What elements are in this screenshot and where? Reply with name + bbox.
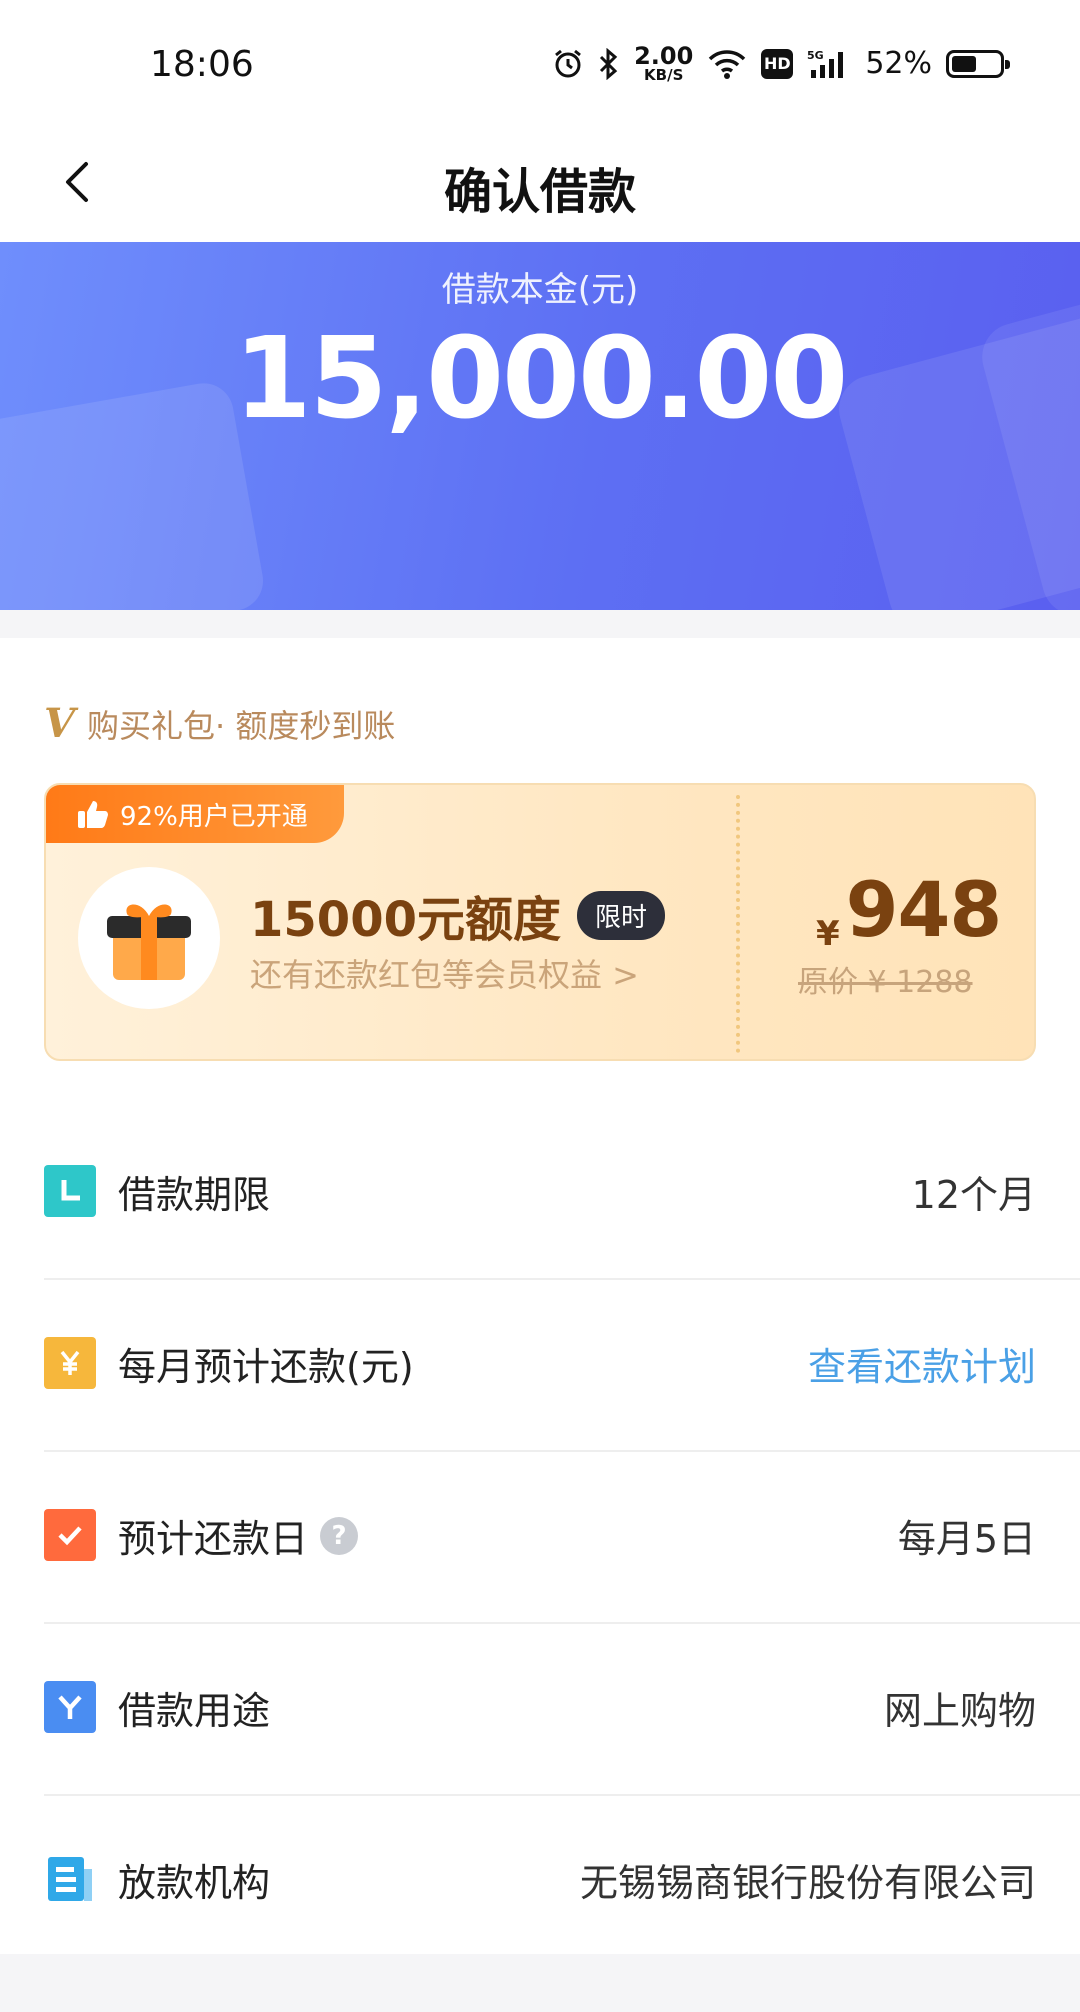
detail-label: 借款用途: [118, 1680, 270, 1735]
purpose-icon: [44, 1681, 96, 1733]
battery-percent: 52%: [865, 46, 932, 81]
promo-title: 15000元额度: [250, 892, 561, 948]
wifi-icon: [707, 48, 747, 80]
promo-header: V 购买礼包· 额度秒到账: [44, 700, 395, 747]
currency-symbol: ¥: [816, 914, 840, 954]
detail-label: 预计还款日 ?: [118, 1508, 359, 1563]
loan-detail-card: V 购买礼包· 额度秒到账 92%用户已开通 15000元额度 限时 还有还款红…: [0, 638, 1080, 1954]
status-icons: 2.00 KB/S HD 5G 52%: [552, 44, 1010, 83]
loan-term-value: 12个月: [911, 1173, 1036, 1217]
status-bar: 18:06 2.00 KB/S HD 5G 52%: [0, 0, 1080, 130]
repayment-day-value: 每月5日: [897, 1517, 1036, 1561]
battery-icon: [946, 49, 1010, 78]
gift-package-card[interactable]: 92%用户已开通 15000元额度 限时 还有还款红包等会员权益 > ¥948 …: [44, 783, 1036, 1061]
detail-row-loan-term: 借款期限 12个月: [44, 1108, 1080, 1280]
page-title: 确认借款: [443, 164, 636, 220]
network-speed: 2.00 KB/S: [634, 44, 693, 83]
promo-price: ¥948: [816, 865, 1003, 954]
hd-icon: HD: [761, 48, 794, 79]
price-value: 948: [845, 865, 1003, 954]
help-icon[interactable]: ?: [320, 1516, 359, 1555]
speed-unit: KB/S: [644, 66, 684, 84]
promo-title-row: 15000元额度 限时: [250, 880, 666, 950]
document-icon: [44, 1853, 96, 1905]
loan-amount-banner: 借款本金(元) 15,000.00: [0, 242, 1080, 610]
check-icon: [44, 1509, 96, 1561]
gift-icon: [78, 867, 220, 1009]
yuan-icon: [44, 1337, 96, 1389]
lender-label: 放款机构: [118, 1861, 271, 1905]
loan-purpose-value: 网上购物: [883, 1689, 1036, 1733]
detail-label: 每月预计还款(元): [118, 1336, 414, 1391]
thumbs-up-icon: [78, 801, 108, 828]
battery-fill: [952, 55, 976, 72]
loan-term-label: 借款期限: [118, 1173, 271, 1217]
detail-row-loan-purpose: 借款用途 网上购物: [44, 1624, 1080, 1796]
detail-row-repayment-day: 预计还款日 ? 每月5日: [44, 1452, 1080, 1624]
member-benefits-link[interactable]: 还有还款红包等会员权益 >: [250, 950, 639, 996]
original-price: 原价 ¥ 1288: [798, 965, 973, 1000]
detail-row-lender: 放款机构 无锡锡商银行股份有限公司: [44, 1796, 1080, 1968]
loan-principal-amount: 15,000.00: [233, 314, 849, 444]
lender-value: 无锡锡商银行股份有限公司: [579, 1861, 1036, 1905]
vip-logo-icon: V: [44, 700, 76, 747]
alarm-icon: [552, 48, 584, 80]
detail-label: 借款期限: [118, 1164, 270, 1219]
monthly-payment-label: 每月预计还款(元): [118, 1345, 414, 1389]
loan-principal-label: 借款本金(元): [441, 270, 639, 310]
users-activated-badge: 92%用户已开通: [46, 785, 344, 843]
detail-row-monthly-payment: 每月预计还款(元) 查看还款计划: [44, 1280, 1080, 1452]
promo-header-text: 购买礼包· 额度秒到账: [87, 706, 396, 745]
signal-icon: 5G: [807, 48, 851, 80]
repayment-day-label: 预计还款日: [118, 1517, 309, 1561]
view-repayment-plan-link[interactable]: 查看还款计划: [808, 1336, 1036, 1391]
nav-bar: 确认借款: [0, 130, 1080, 242]
clock-icon: [44, 1165, 96, 1217]
detail-label: 放款机构: [118, 1852, 270, 1907]
loan-purpose-label: 借款用途: [118, 1689, 271, 1733]
limited-time-tag: 限时: [577, 890, 666, 940]
dotted-divider: [736, 795, 740, 1053]
svg-text:5G: 5G: [807, 49, 824, 62]
speed-value: 2.00: [634, 42, 694, 70]
bluetooth-icon: [598, 47, 620, 80]
status-time: 18:06: [150, 44, 254, 85]
badge-text: 92%用户已开通: [120, 801, 308, 832]
